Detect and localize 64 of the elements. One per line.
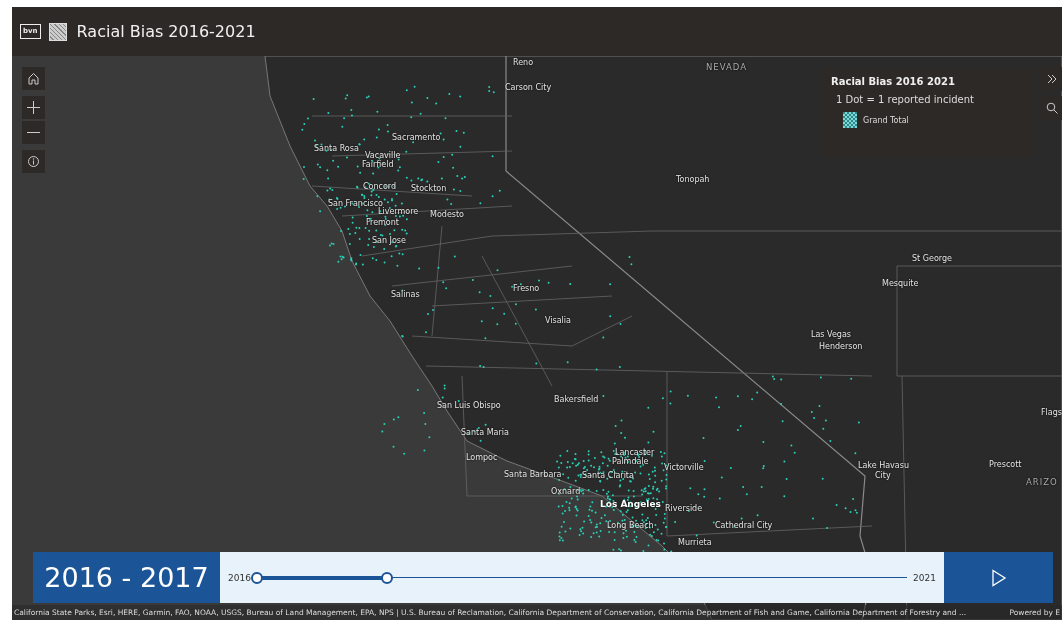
city-label: Sacramento [392, 133, 441, 143]
city-label: Fairfield [362, 160, 394, 170]
city-label: San Jose [372, 236, 406, 246]
city-label: Lake Havasu [858, 461, 909, 471]
city-label: Henderson [819, 342, 863, 352]
city-label: Livermore [378, 207, 419, 217]
city-label: Stockton [411, 184, 447, 194]
city-label: Riverside [665, 504, 703, 514]
info-icon [28, 156, 39, 167]
city-label: Visalia [545, 316, 571, 326]
city-label: Modesto [430, 210, 464, 220]
info-button[interactable] [22, 150, 45, 173]
plus-icon [27, 101, 40, 114]
slider-thumb[interactable] [250, 572, 263, 584]
city-label: Tonopah [676, 175, 710, 185]
search-button[interactable] [1040, 96, 1062, 120]
max-year-label: 2021 [913, 572, 936, 583]
city-label: Murrieta [678, 538, 712, 548]
current-period: 2016 - 2017 [33, 552, 220, 603]
city-label: San Francisco [328, 199, 383, 208]
legend-description: 1 Dot = 1 reported incident [835, 94, 975, 105]
city-label: Las Vegas [811, 330, 851, 340]
city-label: Santa Clarita [582, 471, 634, 481]
legend-item-label: Grand Total [863, 115, 909, 125]
city-label: Reno [513, 58, 534, 68]
city-label: San Luis Obispo [437, 401, 501, 411]
play-icon [990, 568, 1007, 587]
city-label: Fremont [366, 218, 399, 228]
legend-title: Racial Bias 2016 2021 [831, 76, 956, 87]
city-label: Carson City [505, 83, 552, 93]
city-label: Santa Maria [461, 428, 509, 438]
region-label: ARIZO [1026, 477, 1058, 487]
city-label: Concord [363, 182, 397, 192]
city-label: Prescott [989, 460, 1022, 470]
city-label: Flags [1041, 408, 1062, 418]
city-label: Oxnard [551, 487, 581, 497]
city-label: Santa Rosa [314, 144, 359, 154]
city-label: Mesquite [882, 279, 919, 289]
city-label: Santa Barbara [504, 470, 562, 480]
zoom-out-button[interactable] [22, 121, 45, 144]
city-label: Fresno [513, 284, 540, 294]
region-label: NEVADA [706, 62, 748, 72]
home-icon [27, 72, 40, 85]
slider-thumb[interactable] [380, 572, 393, 584]
search-icon [1046, 102, 1058, 114]
city-label: City [875, 471, 891, 481]
city-label: Cathedral City [715, 521, 773, 531]
city-label: Victorville [664, 463, 704, 473]
city-label: Lompoc [466, 453, 498, 463]
city-label: Bakersfield [554, 395, 599, 405]
collapse-button[interactable] [1040, 67, 1062, 91]
app-title: Racial Bias 2016-2021 [76, 22, 256, 41]
city-label: Vacaville [365, 151, 401, 160]
city-label: Palmdale [612, 457, 649, 467]
double-chevron-icon [1046, 73, 1058, 85]
dot-pattern-icon [843, 112, 857, 128]
city-label: Salinas [391, 290, 420, 300]
city-label: St George [912, 254, 952, 264]
zoom-in-button[interactable] [22, 96, 45, 119]
city-label: Long Beach [607, 521, 654, 531]
city-label: Los Angeles [600, 499, 661, 509]
home-button[interactable] [22, 67, 45, 90]
seal-icon [48, 22, 67, 41]
min-year-label: 2016 [228, 572, 251, 583]
